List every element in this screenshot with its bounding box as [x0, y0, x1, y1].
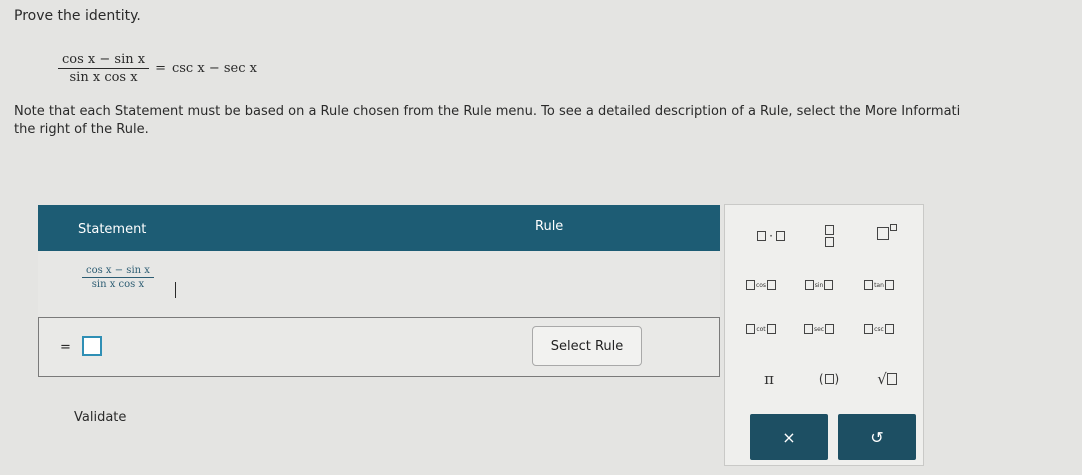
sec-label: sec: [813, 325, 825, 333]
proof-row-2-equals: =: [60, 340, 71, 355]
dot-symbol: ·: [769, 229, 773, 243]
pi-button[interactable]: π: [741, 367, 797, 391]
tan-label: tan: [874, 281, 884, 289]
prompt-text: Prove the identity.: [14, 8, 141, 24]
multiply-dot-button[interactable]: ·: [743, 224, 799, 248]
parentheses-button[interactable]: ( ): [801, 367, 857, 391]
cot-label: cot: [756, 325, 766, 333]
power-box-icon: [890, 223, 897, 231]
identity-rhs: csc x − sec x: [171, 61, 257, 76]
placeholder-box-icon: [757, 231, 767, 241]
text-cursor: [175, 282, 176, 298]
instruction-note-line1: Note that each Statement must be based o…: [14, 104, 961, 119]
base-box-icon: [877, 226, 889, 240]
statement-column-header: Statement: [78, 222, 147, 237]
csc-label: csc: [874, 325, 884, 333]
placeholder-box-icon: [824, 374, 834, 384]
cos-button[interactable]: cos: [733, 273, 789, 297]
cos-label: cos: [755, 281, 767, 289]
sqrt-button[interactable]: √: [859, 367, 915, 391]
identity-lhs-numerator: cos x − sin x: [58, 52, 150, 69]
proof-row-1-fraction: cos x − sin x sin x cos x: [82, 265, 154, 290]
sqrt-symbol: √: [877, 370, 887, 388]
undo-button[interactable]: ↺: [838, 414, 916, 460]
clear-button[interactable]: ×: [750, 414, 828, 460]
exponent-button[interactable]: [859, 221, 915, 245]
identity-equals: =: [155, 61, 166, 76]
left-paren: (: [818, 372, 824, 386]
proof-row-1-expression[interactable]: cos x − sin x sin x cos x: [82, 265, 154, 290]
statement-input-box[interactable]: [82, 336, 102, 356]
identity-lhs-fraction: cos x − sin x sin x cos x: [58, 52, 150, 85]
cot-button[interactable]: cot: [733, 317, 789, 341]
instruction-note-line2: the right of the Rule.: [14, 122, 149, 137]
sec-button[interactable]: sec: [791, 317, 847, 341]
right-paren: ): [834, 372, 840, 386]
radicand-box-icon: [886, 373, 897, 385]
fraction-button[interactable]: [801, 219, 857, 253]
sin-label: sin: [814, 281, 824, 289]
identity-expression: cos x − sin x sin x cos x = csc x − sec …: [58, 52, 257, 85]
instruction-note: Note that each Statement must be based o…: [14, 103, 1082, 139]
proof-row-1-numerator: cos x − sin x: [82, 265, 154, 278]
proof-table-header: Statement Rule: [38, 205, 720, 251]
tan-button[interactable]: tan: [851, 273, 907, 297]
identity-lhs-denominator: sin x cos x: [69, 70, 138, 85]
fraction-icon: [824, 225, 834, 247]
csc-button[interactable]: csc: [851, 317, 907, 341]
rule-column-header: Rule: [535, 219, 564, 234]
placeholder-box-icon: [775, 231, 785, 241]
select-rule-button[interactable]: Select Rule: [532, 326, 642, 366]
proof-row-1-denominator: sin x cos x: [91, 279, 145, 290]
sin-button[interactable]: sin: [791, 273, 847, 297]
validate-button[interactable]: Validate: [74, 410, 126, 425]
